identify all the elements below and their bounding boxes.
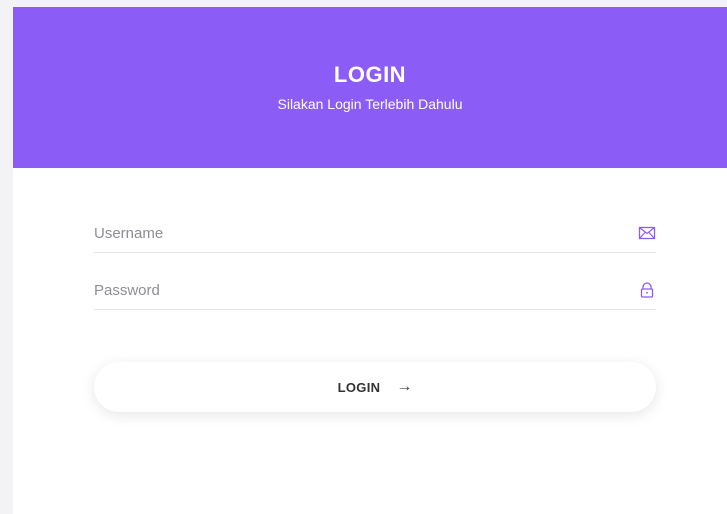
username-input[interactable]	[94, 218, 604, 248]
password-input[interactable]	[94, 275, 604, 305]
login-button-label: LOGIN	[337, 379, 381, 395]
arrow-right-icon: →	[396, 378, 413, 395]
login-card: LOGIN Silakan Login Terlebih Dahulu LOGI…	[13, 7, 727, 514]
mail-icon	[638, 226, 656, 240]
header-title: LOGIN	[333, 62, 407, 87]
login-header: LOGIN Silakan Login Terlebih Dahulu	[13, 7, 727, 168]
lock-icon	[640, 282, 654, 298]
password-field[interactable]	[94, 275, 656, 310]
username-field[interactable]	[94, 218, 656, 253]
header-subtitle: Silakan Login Terlebih Dahulu	[277, 96, 463, 112]
login-button[interactable]: LOGIN →	[94, 362, 656, 412]
